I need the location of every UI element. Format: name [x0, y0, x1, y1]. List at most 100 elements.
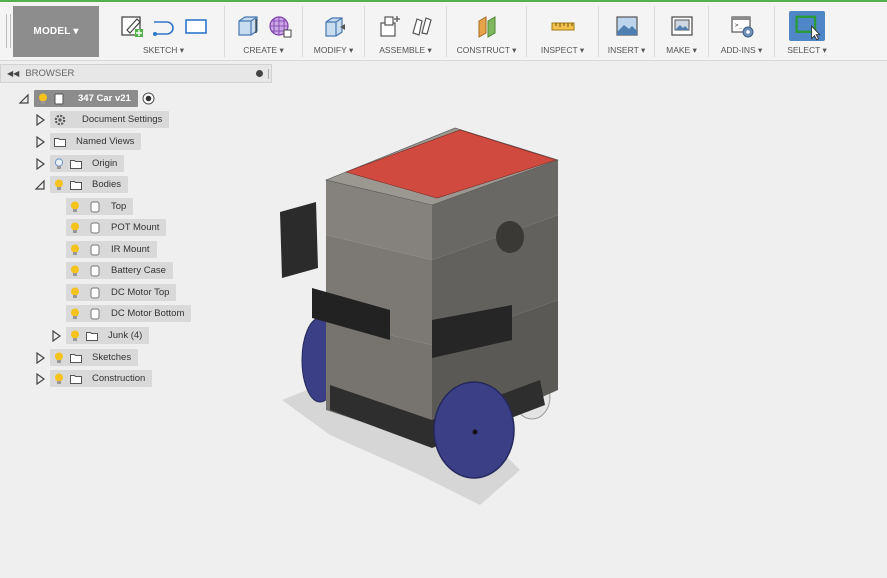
insert-group[interactable]: INSERT ▾ [599, 6, 655, 57]
tree-item-body[interactable]: DC Motor Top [66, 284, 177, 301]
insert-label: INSERT ▾ [607, 45, 646, 55]
extrude-icon[interactable] [235, 13, 261, 39]
inspect-group[interactable]: INSPECT ▾ [527, 6, 599, 57]
folder-icon [86, 331, 98, 341]
body-icon [90, 308, 100, 319]
panel-splitter[interactable] [268, 69, 269, 79]
lightbulb-icon[interactable] [70, 330, 80, 342]
assemble-label: ASSEMBLE ▾ [379, 45, 432, 55]
tree-item-body[interactable]: POT Mount [66, 219, 167, 236]
construct-label: CONSTRUCT ▾ [456, 45, 517, 55]
body-icon [90, 265, 100, 276]
lightbulb-icon[interactable] [38, 93, 48, 105]
browser-title: BROWSER [25, 68, 75, 79]
lightbulb-icon[interactable] [70, 265, 80, 277]
body-pill: IR Mount [66, 241, 157, 258]
joint-icon[interactable] [409, 13, 435, 39]
lightbulb-icon[interactable] [70, 287, 80, 299]
body-icon [90, 244, 100, 255]
sketch-label: SKETCH ▾ [142, 45, 185, 55]
item-label: Named Views [76, 136, 135, 147]
svg-text:>_: >_ [735, 22, 743, 29]
toolbar-grip[interactable] [6, 14, 11, 48]
create-group[interactable]: CREATE ▾ [225, 6, 303, 57]
body-icon [90, 222, 100, 233]
insert-image-icon[interactable] [614, 13, 640, 39]
construction-pill: Construction [50, 370, 153, 387]
scripts-icon[interactable]: >_ [729, 13, 755, 39]
create-sketch-icon[interactable] [119, 13, 145, 39]
lightbulb-icon[interactable] [70, 201, 80, 213]
lightbulb-icon[interactable] [70, 244, 80, 256]
assemble-group[interactable]: ASSEMBLE ▾ [365, 6, 447, 57]
collapsed-triangle-icon[interactable] [34, 157, 46, 170]
tree-item-document-settings[interactable]: Document Settings [34, 111, 170, 128]
line-tool-icon[interactable] [151, 13, 177, 39]
pin-icon[interactable] [256, 70, 263, 77]
robot-car-model[interactable] [280, 127, 559, 505]
activate-radio-icon[interactable] [142, 92, 155, 105]
offset-plane-icon[interactable] [474, 13, 500, 39]
item-label: Junk (4) [108, 330, 143, 341]
root-component[interactable]: 347 Car v21 [34, 90, 138, 107]
tree-item-body[interactable]: Top [66, 198, 134, 215]
modify-group[interactable]: MODIFY ▾ [303, 6, 365, 57]
lightbulb-icon[interactable] [70, 308, 80, 320]
tree-item-construction[interactable]: Construction [34, 370, 153, 387]
form-icon[interactable] [267, 13, 293, 39]
lightbulb-icon[interactable] [54, 352, 64, 364]
browser-header[interactable]: ◀◀ BROWSER [0, 64, 272, 83]
folder-icon [70, 159, 82, 169]
item-label: Document Settings [82, 114, 163, 125]
measure-icon[interactable] [550, 13, 576, 39]
sketch-group[interactable]: SKETCH ▾ [103, 6, 225, 57]
tree-item-body[interactable]: IR Mount [66, 241, 157, 258]
collapsed-triangle-icon[interactable] [34, 135, 46, 148]
collapsed-triangle-icon[interactable] [34, 372, 46, 385]
construct-group[interactable]: CONSTRUCT ▾ [447, 6, 527, 57]
wheel-hub [472, 429, 478, 435]
tree-item-body[interactable]: Battery Case [66, 262, 173, 279]
origin-pill: Origin [50, 155, 125, 172]
item-label: Sketches [92, 352, 132, 363]
collapsed-triangle-icon[interactable] [50, 329, 62, 342]
collapsed-triangle-icon[interactable] [34, 113, 46, 126]
tree-item-origin[interactable]: Origin [34, 155, 125, 172]
body-icon [90, 287, 100, 298]
select-group[interactable]: SELECT ▾ [775, 6, 839, 57]
collapse-browser-icon[interactable]: ◀◀ [7, 69, 19, 78]
create-label: CREATE ▾ [243, 45, 284, 55]
lightbulb-icon[interactable] [54, 373, 64, 385]
item-label: Top [111, 201, 127, 212]
add-ins-group[interactable]: >_ ADD-INS ▾ [709, 6, 775, 57]
rectangle-tool-icon[interactable] [183, 13, 209, 39]
tree-item-junk[interactable]: Junk (4) [50, 327, 150, 344]
canvas-viewport[interactable] [272, 84, 887, 578]
make-group[interactable]: MAKE ▾ [655, 6, 709, 57]
collapsed-triangle-icon[interactable] [34, 351, 46, 364]
tree-item-named-views[interactable]: Named Views [34, 133, 142, 150]
workspace-switcher[interactable]: MODEL ▾ [13, 6, 99, 57]
lightbulb-icon[interactable] [54, 179, 64, 191]
press-pull-icon[interactable] [321, 13, 347, 39]
expanded-triangle-icon[interactable] [34, 179, 46, 191]
3d-print-icon[interactable] [669, 13, 695, 39]
tree-item-sketches[interactable]: Sketches [34, 349, 139, 366]
lightbulb-off-icon[interactable] [54, 157, 64, 170]
new-component-icon[interactable] [377, 13, 403, 39]
lightbulb-icon[interactable] [70, 222, 80, 234]
inspect-label: INSPECT ▾ [540, 45, 585, 55]
gear-icon [54, 114, 66, 125]
item-label: POT Mount [111, 222, 160, 233]
body-pill: Battery Case [66, 262, 173, 279]
tree-item-body[interactable]: DC Motor Bottom [66, 305, 192, 322]
body-pill: DC Motor Top [66, 284, 177, 301]
tree-item-bodies[interactable]: Bodies [34, 176, 129, 193]
expanded-triangle-icon[interactable] [18, 93, 30, 105]
item-label: DC Motor Top [111, 287, 170, 298]
body-pill: POT Mount [66, 219, 167, 236]
select-icon[interactable] [789, 11, 825, 41]
tree-root[interactable]: 347 Car v21 [18, 90, 155, 107]
make-label: MAKE ▾ [666, 45, 697, 55]
add-ins-label: ADD-INS ▾ [720, 45, 763, 55]
